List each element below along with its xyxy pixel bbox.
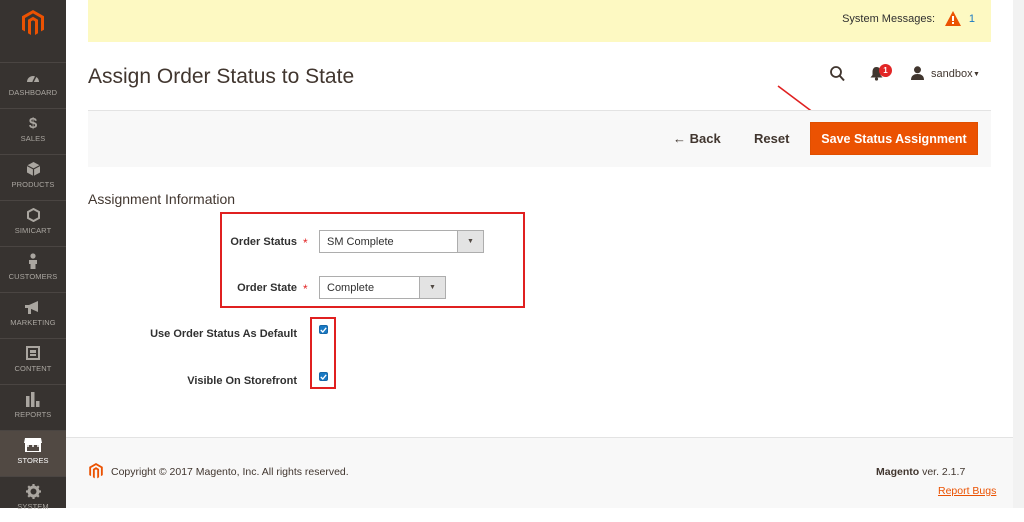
- sidebar-item-reports[interactable]: REPORTS: [0, 384, 66, 430]
- brand-name: Magento: [876, 466, 920, 478]
- order-state-value: Complete: [327, 281, 375, 294]
- section-title: Assignment Information: [88, 191, 236, 207]
- user-menu[interactable]: sandbox: [931, 68, 973, 80]
- visible-on-storefront-checkbox[interactable]: [319, 372, 328, 381]
- sidebar-item-label: STORES: [17, 456, 49, 465]
- sidebar-item-stores[interactable]: STORES: [0, 430, 66, 476]
- cube-icon: [26, 161, 40, 177]
- hexagon-icon: [26, 207, 40, 223]
- sidebar-item-label: SYSTEM: [17, 502, 49, 511]
- use-default-label: Use Order Status As Default: [150, 328, 297, 340]
- sidebar-item-label: CUSTOMERS: [8, 272, 58, 281]
- system-messages-bar: System Messages: 1: [88, 0, 991, 42]
- order-status-select[interactable]: SM Complete ▼: [319, 230, 484, 253]
- order-status-value: SM Complete: [327, 235, 394, 248]
- order-status-label: Order Status: [230, 236, 297, 248]
- required-mark: *: [303, 282, 308, 296]
- store-icon: [24, 437, 42, 453]
- reset-button[interactable]: Reset: [754, 131, 789, 146]
- admin-sidebar: DASHBOARD $ SALES PRODUCTS SIMICART CUST…: [0, 0, 66, 511]
- sidebar-item-label: REPORTS: [14, 410, 52, 419]
- required-mark: *: [303, 236, 308, 250]
- visible-on-storefront-label: Visible On Storefront: [187, 375, 297, 387]
- version-number: ver. 2.1.7: [919, 466, 966, 478]
- sidebar-item-products[interactable]: PRODUCTS: [0, 154, 66, 200]
- scrollbar[interactable]: [1013, 0, 1024, 508]
- order-state-select[interactable]: Complete ▼: [319, 276, 446, 299]
- sidebar-item-sales[interactable]: $ SALES: [0, 108, 66, 154]
- notification-badge[interactable]: 1: [879, 64, 892, 77]
- sidebar-item-dashboard[interactable]: DASHBOARD: [0, 62, 66, 108]
- sidebar-item-simicart[interactable]: SIMICART: [0, 200, 66, 246]
- sidebar-item-label: SIMICART: [14, 226, 52, 235]
- sidebar-item-system[interactable]: SYSTEM: [0, 476, 66, 522]
- save-status-assignment-button[interactable]: Save Status Assignment: [810, 122, 978, 155]
- report-bugs-link[interactable]: Report Bugs: [938, 485, 996, 497]
- magento-logo-icon: [89, 463, 103, 484]
- copyright-text: Copyright © 2017 Magento, Inc. All right…: [111, 466, 349, 478]
- select-caret-icon: ▼: [457, 231, 483, 252]
- sidebar-item-label: MARKETING: [10, 318, 56, 327]
- use-default-checkbox[interactable]: [319, 325, 328, 334]
- megaphone-icon: [25, 299, 41, 315]
- select-caret-icon: ▼: [419, 277, 445, 298]
- system-messages-label: System Messages:: [842, 13, 935, 25]
- sidebar-item-customers[interactable]: CUSTOMERS: [0, 246, 66, 292]
- system-messages-count[interactable]: 1: [969, 13, 975, 25]
- layout-icon: [26, 345, 40, 361]
- magento-logo-icon[interactable]: [0, 0, 66, 46]
- warning-icon[interactable]: [945, 11, 961, 31]
- page-title: Assign Order Status to State: [88, 65, 355, 88]
- sidebar-item-content[interactable]: CONTENT: [0, 338, 66, 384]
- order-state-label: Order State: [237, 282, 297, 294]
- sidebar-item-label: CONTENT: [14, 364, 52, 373]
- version-text: Magento ver. 2.1.7: [876, 466, 965, 478]
- gear-icon: [25, 483, 41, 499]
- user-icon[interactable]: [911, 66, 924, 85]
- search-icon[interactable]: [830, 66, 845, 87]
- sidebar-item-label: DASHBOARD: [8, 88, 58, 97]
- dashboard-icon: [26, 69, 40, 85]
- sidebar-item-label: SALES: [20, 134, 46, 143]
- bar-chart-icon: [26, 391, 40, 407]
- back-button[interactable]: ← Back: [673, 131, 721, 146]
- chevron-down-icon[interactable]: ▼: [973, 71, 980, 78]
- sidebar-item-marketing[interactable]: MARKETING: [0, 292, 66, 338]
- dollar-icon: $: [28, 114, 38, 132]
- person-icon: [28, 253, 38, 269]
- sidebar-item-label: PRODUCTS: [11, 180, 55, 189]
